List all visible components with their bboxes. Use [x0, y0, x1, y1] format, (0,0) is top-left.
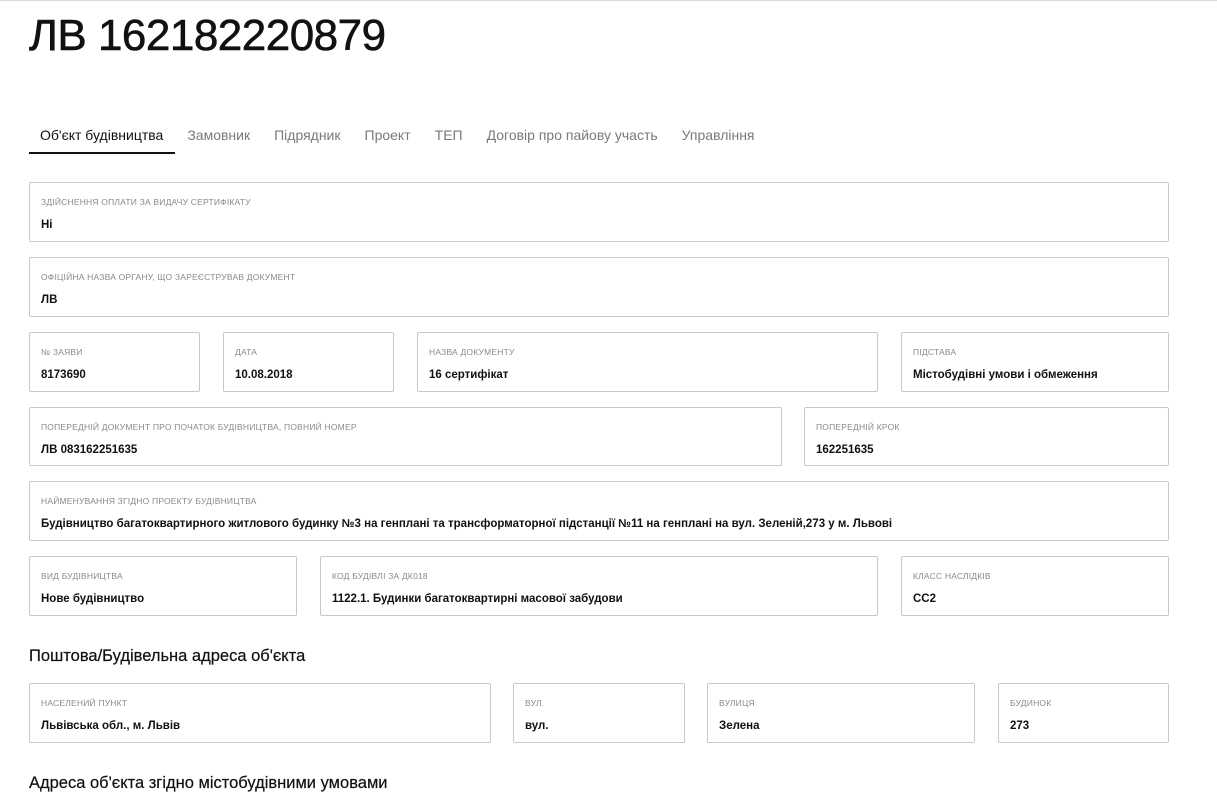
tab-tep[interactable]: ТЕП	[423, 120, 475, 153]
previous-step-value: 162251635	[816, 444, 874, 456]
street-field[interactable]: Вулиця Зелена	[707, 683, 975, 743]
street-type-value: вул.	[525, 720, 549, 732]
tab-management[interactable]: Управління	[670, 120, 767, 153]
previous-step-field[interactable]: Попередній крок 162251635	[804, 407, 1169, 466]
previous-document-label: Попередній документ про початок будівниц…	[41, 422, 357, 432]
authority-value: ЛВ	[41, 294, 58, 306]
previous-document-value: ЛВ 083162251635	[41, 444, 138, 456]
building-number-value: 273	[1010, 720, 1030, 732]
tab-bar: Об'єкт будівництва Замовник Підрядник Пр…	[29, 120, 767, 154]
settlement-label: Населений пункт	[41, 698, 128, 708]
basis-label: Підстава	[913, 347, 957, 357]
basis-value: Містобудівні умови і обмеження	[913, 369, 1098, 381]
building-number-field[interactable]: Будинок 273	[998, 683, 1169, 743]
consequence-class-value: СС2	[913, 593, 937, 605]
street-type-field[interactable]: Вул. вул.	[513, 683, 685, 743]
date-label: Дата	[235, 347, 258, 357]
payment-value: Ні	[41, 219, 53, 231]
building-code-label: Код будівлі за ДК018	[332, 571, 428, 581]
payment-label: Здійснення оплати за видачу сертифікату	[41, 197, 251, 207]
settlement-field[interactable]: Населений пункт Львівська обл., м. Львів	[29, 683, 491, 743]
application-number-value: 8173690	[41, 369, 86, 381]
construction-type-field[interactable]: Вид будівництва Нове будівництво	[29, 556, 297, 616]
postal-address-heading: Поштова/Будівельна адреса об'єкта	[29, 647, 306, 665]
building-code-value: 1122.1. Будинки багатоквартирні масової …	[332, 593, 623, 605]
document-name-label: Назва документу	[429, 347, 515, 357]
previous-step-label: Попередній крок	[816, 422, 900, 432]
previous-document-field[interactable]: Попередній документ про початок будівниц…	[29, 407, 782, 466]
tab-construction-object[interactable]: Об'єкт будівництва	[29, 120, 176, 154]
application-number-label: № заяви	[41, 347, 83, 357]
building-number-label: Будинок	[1010, 698, 1052, 708]
street-type-label: Вул.	[525, 698, 545, 708]
settlement-value: Львівська обл., м. Львів	[41, 720, 181, 732]
street-label: Вулиця	[719, 698, 755, 708]
tab-project[interactable]: Проект	[353, 120, 423, 153]
project-name-label: Найменування згідно проекту будівництва	[41, 496, 257, 506]
authority-field[interactable]: Офіційна назва органу, що зареєстрував д…	[29, 257, 1169, 317]
consequence-class-label: Класс наслідків	[913, 571, 991, 581]
project-name-field[interactable]: Найменування згідно проекту будівництва …	[29, 481, 1169, 541]
urban-address-heading: Адреса об'єкта згідно містобудівними умо…	[29, 774, 388, 792]
tab-customer[interactable]: Замовник	[175, 120, 262, 153]
building-code-field[interactable]: Код будівлі за ДК018 1122.1. Будинки баг…	[320, 556, 878, 616]
document-name-field[interactable]: Назва документу 16 сертифікат	[417, 332, 878, 392]
date-value: 10.08.2018	[235, 369, 293, 381]
payment-field[interactable]: Здійснення оплати за видачу сертифікату …	[29, 182, 1169, 242]
document-name-value: 16 сертифікат	[429, 369, 509, 381]
basis-field[interactable]: Підстава Містобудівні умови і обмеження	[901, 332, 1169, 392]
authority-label: Офіційна назва органу, що зареєстрував д…	[41, 272, 296, 282]
top-divider	[0, 0, 1217, 1]
tab-share-agreement[interactable]: Договір про пайову участь	[475, 120, 670, 153]
construction-type-value: Нове будівництво	[41, 593, 145, 605]
consequence-class-field[interactable]: Класс наслідків СС2	[901, 556, 1169, 616]
application-number-field[interactable]: № заяви 8173690	[29, 332, 200, 392]
date-field[interactable]: Дата 10.08.2018	[223, 332, 394, 392]
page-title: ЛВ 162182220879	[29, 11, 387, 61]
street-value: Зелена	[719, 720, 760, 732]
tab-contractor[interactable]: Підрядник	[262, 120, 352, 153]
construction-type-label: Вид будівництва	[41, 571, 123, 581]
project-name-value: Будівництво багатоквартирного житлового …	[41, 518, 893, 530]
